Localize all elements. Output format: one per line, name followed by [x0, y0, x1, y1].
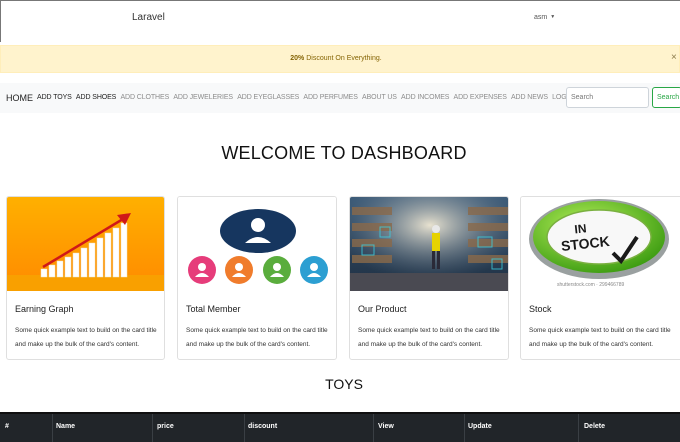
- our-product-image: [350, 197, 508, 291]
- column-header-view: View: [378, 423, 394, 430]
- search-input[interactable]: Search: [566, 87, 649, 108]
- top-bar: Laravel asm ▼: [0, 0, 680, 42]
- caret-down-icon: ▼: [550, 14, 556, 20]
- nav-link-add-incomes[interactable]: ADD INCOMES: [401, 94, 449, 101]
- card-text: Some quick example text to build on the …: [358, 327, 500, 348]
- discount-alert: 20% Discount On Everything. ×: [0, 45, 680, 73]
- nav-link-add-shoes[interactable]: ADD SHOES: [76, 94, 116, 101]
- close-icon[interactable]: ×: [671, 53, 677, 63]
- column-header-discount: discount: [248, 423, 278, 430]
- column-divider: [244, 414, 245, 442]
- nav-link-add-toys[interactable]: ADD TOYS: [37, 94, 72, 101]
- nav-link-add-clothes[interactable]: ADD CLOTHES: [120, 94, 169, 101]
- column-divider: [52, 414, 53, 442]
- nav-link-add-expenses[interactable]: ADD EXPENSES: [454, 94, 507, 101]
- brand-link[interactable]: Laravel: [132, 12, 165, 23]
- svg-text:IN: IN: [574, 221, 587, 236]
- nav-links: ADD TOYS ADD SHOES ADD CLOTHES ADD JEWELERI…: [37, 94, 617, 101]
- toys-table-header: # Name price discount View Update Delete: [0, 412, 680, 442]
- card-our-product: Our Product Some quick example text to b…: [349, 196, 509, 360]
- nav-link-add-news[interactable]: ADD NEWS: [511, 94, 548, 101]
- card-text: Some quick example text to build on the …: [186, 327, 328, 348]
- nav-link-add-perfumes[interactable]: ADD PERFUMES: [303, 94, 358, 101]
- card-stock: IN STOCK shutterstock.com · 299466789 St…: [520, 196, 680, 360]
- alert-message: 20% Discount On Everything.: [1, 55, 671, 62]
- column-divider: [578, 414, 579, 442]
- card-earning-graph: Earning Graph Some quick example text to…: [6, 196, 165, 360]
- alert-percent: 20%: [290, 55, 305, 62]
- column-header-delete: Delete: [584, 423, 606, 430]
- column-divider: [152, 414, 153, 442]
- dashboard-title: WELCOME TO DASHBOARD: [221, 143, 467, 163]
- column-header-price: price: [157, 423, 174, 430]
- column-header-name: Name: [56, 423, 76, 430]
- nav-link-add-jeweleries[interactable]: ADD JEWELERIES: [173, 94, 233, 101]
- card-title: Earning Graph: [15, 304, 74, 314]
- card-total-member: Total Member Some quick example text to …: [177, 196, 337, 360]
- total-member-image: [178, 197, 336, 291]
- card-title: Total Member: [186, 304, 241, 314]
- column-header-update: Update: [468, 423, 492, 430]
- nav-home-link[interactable]: HOME: [6, 93, 33, 103]
- toys-title: TOYS: [325, 376, 363, 392]
- nav-link-about-us[interactable]: ABOUT US: [362, 94, 397, 101]
- card-title: Our Product: [358, 304, 407, 314]
- card-title: Stock: [529, 304, 552, 314]
- user-name: asm: [534, 14, 548, 21]
- earning-graph-image: [7, 197, 164, 291]
- svg-text:shutterstock.com · 299466789: shutterstock.com · 299466789: [557, 282, 624, 288]
- column-divider: [464, 414, 465, 442]
- stock-image: IN STOCK shutterstock.com · 299466789: [521, 197, 680, 291]
- alert-text: Discount On Everything.: [304, 55, 382, 62]
- search-button[interactable]: Search: [652, 87, 680, 108]
- card-text: Some quick example text to build on the …: [529, 327, 671, 348]
- user-dropdown[interactable]: asm ▼: [534, 14, 555, 21]
- column-divider: [373, 414, 374, 442]
- card-text: Some quick example text to build on the …: [15, 327, 157, 348]
- nav-link-add-eyeglasses[interactable]: ADD EYEGLASSES: [237, 94, 299, 101]
- column-header-id: #: [5, 423, 9, 430]
